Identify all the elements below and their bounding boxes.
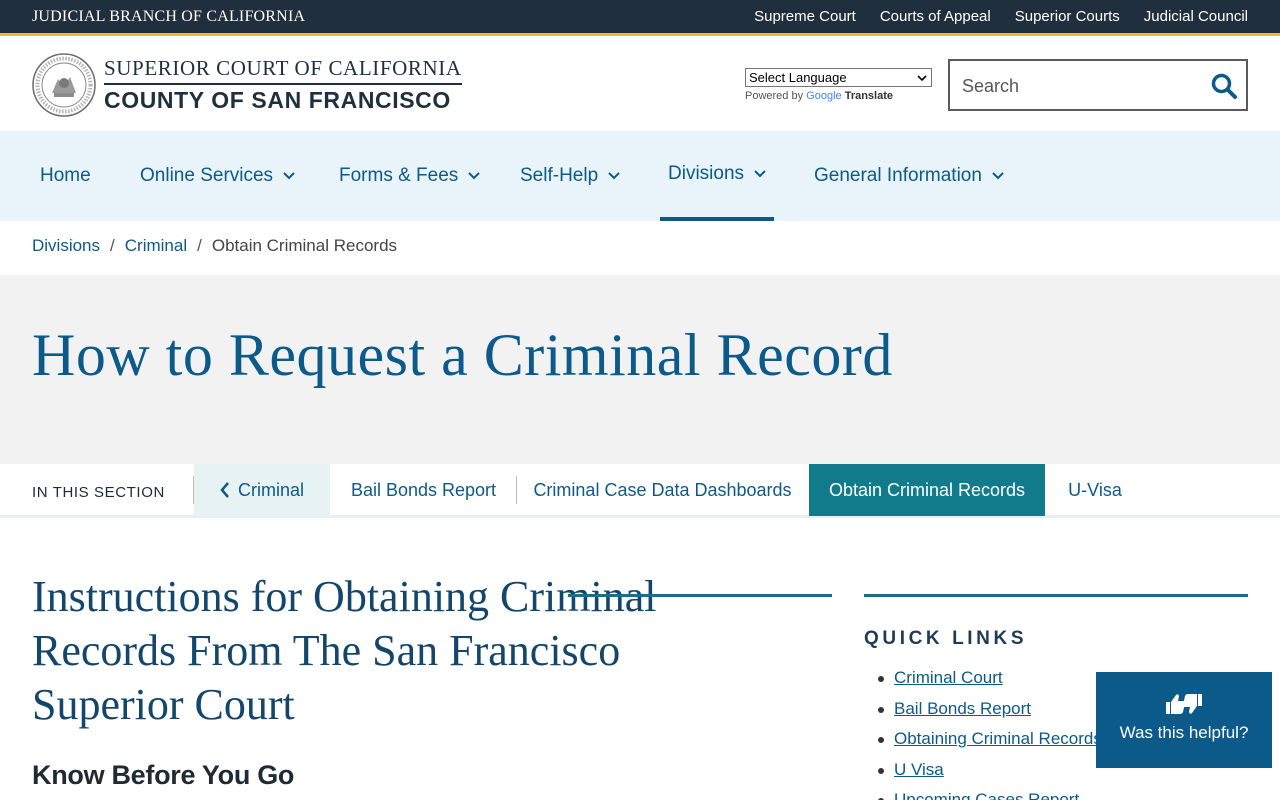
- title-rule: [568, 594, 832, 597]
- language-select-value: Select Language: [749, 70, 847, 85]
- utility-links: Supreme Court Courts of Appeal Superior …: [754, 8, 1248, 25]
- quick-link-item: Obtaining Criminal Records: [876, 729, 1102, 760]
- section-tab-label: U-Visa: [1068, 479, 1122, 500]
- language-select[interactable]: Select Language: [745, 68, 932, 87]
- nav-item-label: Online Services: [140, 165, 274, 186]
- court-name-line1: SUPERIOR COURT OF CALIFORNIA: [104, 56, 462, 80]
- section-back-label: Criminal: [237, 479, 304, 500]
- thumbs-up-down-icon: [1166, 694, 1202, 714]
- nav-item-label: Forms & Fees: [339, 165, 459, 186]
- quick-link-item: U Visa: [876, 760, 1102, 791]
- select-arrow-icon: [917, 75, 927, 82]
- section-tab-obtain-criminal-records[interactable]: Obtain Criminal Records: [809, 464, 1045, 516]
- powered-by-google-translate: Powered by Google Translate: [745, 90, 893, 102]
- section-tab-label: Bail Bonds Report: [350, 479, 497, 500]
- breadcrumb-link-divisions[interactable]: Divisions: [32, 236, 100, 256]
- utility-link-courts-of-appeal[interactable]: Courts of Appeal: [880, 8, 991, 25]
- nav-item-online-services[interactable]: Online Services: [132, 131, 303, 221]
- section-tab-bail-bonds-report[interactable]: Bail Bonds Report: [331, 464, 516, 516]
- nav-item-self-help[interactable]: Self-Help: [512, 131, 628, 221]
- quick-link-obtaining-criminal-records[interactable]: Obtaining Criminal Records: [894, 729, 1102, 748]
- section-tab-label: Obtain Criminal Records: [828, 479, 1026, 500]
- quick-link-upcoming-cases-report[interactable]: Upcoming Cases Report: [894, 790, 1079, 800]
- nav-item-label: Divisions: [668, 163, 745, 184]
- nav-item-label: Home: [40, 165, 91, 186]
- quick-link-criminal-court[interactable]: Criminal Court: [894, 668, 1003, 687]
- page-title: How to Request a Criminal Record: [32, 322, 893, 388]
- court-seal-icon[interactable]: [32, 53, 96, 117]
- chevron-down-icon: [468, 172, 481, 180]
- translate-link[interactable]: Translate: [845, 90, 893, 102]
- breadcrumb-current: Obtain Criminal Records: [211, 236, 398, 255]
- chevron-down-icon: [283, 172, 295, 180]
- quick-link-item: Criminal Court: [876, 668, 1102, 699]
- nav-item-divisions[interactable]: Divisions: [660, 131, 774, 221]
- main-nav: Home Online Services Forms & Fees Self-H…: [0, 131, 1280, 221]
- nav-item-label: Self-Help: [520, 165, 599, 186]
- powered-by-text: Powered by: [745, 90, 804, 102]
- utility-link-judicial-council[interactable]: Judicial Council: [1144, 8, 1248, 25]
- section-back-criminal[interactable]: Criminal: [194, 464, 330, 516]
- quick-link-u-visa[interactable]: U Visa: [894, 760, 944, 779]
- utility-link-supreme-court[interactable]: Supreme Court: [754, 8, 856, 25]
- section-nav-label: IN THIS SECTION: [32, 484, 165, 501]
- section-tab-label: Criminal Case Data Dashboards: [533, 479, 792, 500]
- google-logo: Google: [806, 90, 842, 102]
- chevron-down-icon: [754, 170, 766, 178]
- utility-bar: JUDICIAL BRANCH OF CALIFORNIA Supreme Co…: [0, 0, 1280, 36]
- utility-link-superior-courts[interactable]: Superior Courts: [1015, 8, 1120, 25]
- search-icon[interactable]: [1210, 72, 1238, 100]
- quick-links-title: QUICK LINKS: [864, 628, 1028, 649]
- breadcrumb-separator: /: [197, 236, 202, 255]
- nav-item-forms-fees[interactable]: Forms & Fees: [331, 131, 488, 221]
- quick-link-item: Upcoming Cases Report: [876, 790, 1102, 800]
- breadcrumb-separator: /: [110, 236, 115, 255]
- quick-link-item: Bail Bonds Report: [876, 699, 1102, 730]
- chevron-left-icon: [220, 482, 229, 498]
- was-this-helpful-label: Was this helpful?: [1119, 723, 1249, 742]
- section-tab-u-visa[interactable]: U-Visa: [1046, 464, 1144, 516]
- was-this-helpful-button[interactable]: Was this helpful?: [1096, 672, 1272, 768]
- court-name[interactable]: SUPERIOR COURT OF CALIFORNIA COUNTY OF S…: [104, 56, 462, 115]
- hero-banner: How to Request a Criminal Record: [0, 275, 1280, 464]
- breadcrumb: Divisions / Criminal / Obtain Criminal R…: [32, 236, 397, 256]
- quick-links-list: Criminal Court Bail Bonds Report Obtaini…: [876, 668, 1102, 800]
- chevron-down-icon: [608, 172, 620, 180]
- section-tab-criminal-case-data-dashboards[interactable]: Criminal Case Data Dashboards: [517, 464, 808, 516]
- judicial-branch-brand[interactable]: JUDICIAL BRANCH OF CALIFORNIA: [32, 8, 305, 26]
- quick-link-bail-bonds-report[interactable]: Bail Bonds Report: [894, 699, 1031, 718]
- section-nav: IN THIS SECTION Criminal Bail Bonds Repo…: [0, 464, 1280, 518]
- search-input[interactable]: [962, 73, 1192, 99]
- site-header: SUPERIOR COURT OF CALIFORNIA COUNTY OF S…: [0, 39, 1280, 131]
- quick-links-rule: [864, 594, 1248, 597]
- breadcrumb-link-criminal[interactable]: Criminal: [125, 236, 187, 256]
- nav-item-label: General Information: [814, 165, 982, 186]
- nav-item-home[interactable]: Home: [32, 131, 99, 221]
- subhead-know-before-you-go: Know Before You Go: [32, 760, 295, 790]
- court-name-line2: COUNTY OF SAN FRANCISCO: [104, 83, 462, 115]
- chevron-down-icon: [992, 172, 1004, 180]
- nav-item-general-information[interactable]: General Information: [806, 131, 1012, 221]
- search-box: [948, 59, 1248, 111]
